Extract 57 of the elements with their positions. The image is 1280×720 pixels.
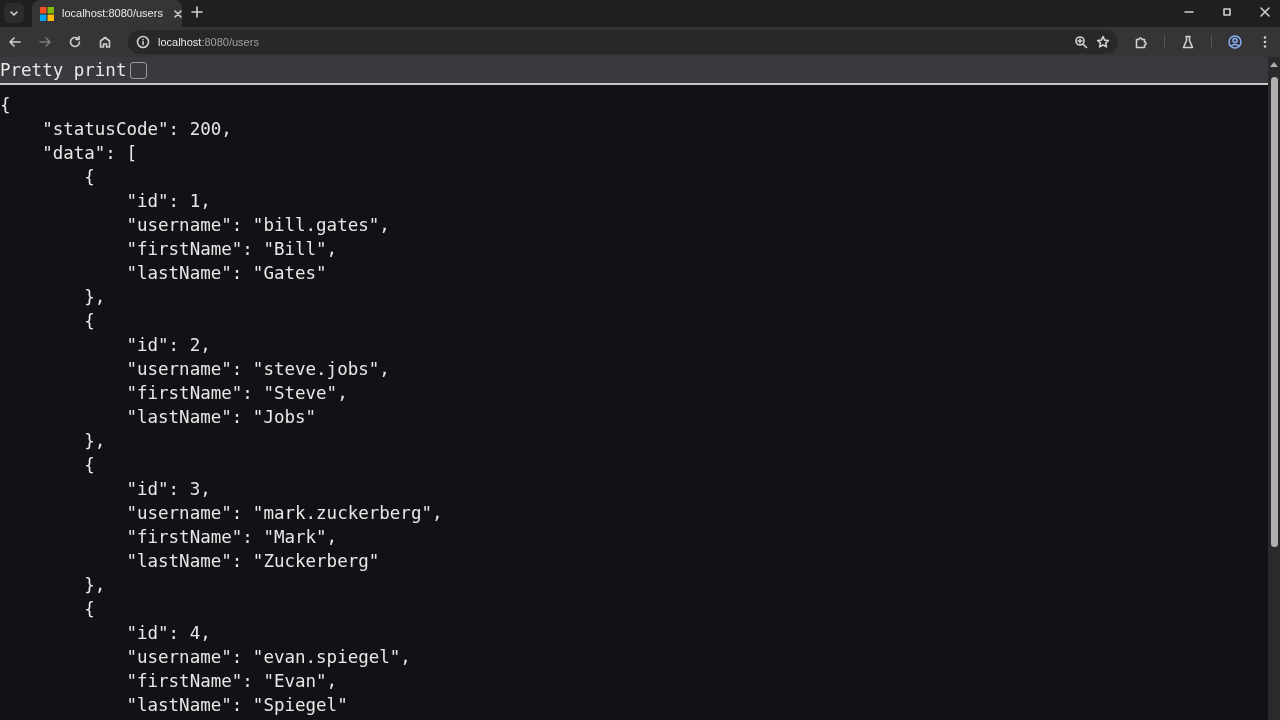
json-line: { bbox=[83, 310, 95, 333]
close-window-button[interactable] bbox=[1258, 5, 1272, 19]
maximize-icon bbox=[1220, 5, 1234, 19]
json-line: "id": 2, bbox=[125, 334, 211, 357]
info-icon bbox=[136, 35, 150, 49]
json-line: "statusCode": 200, bbox=[41, 118, 232, 141]
browser-tab[interactable]: localhost:8080/users bbox=[32, 0, 182, 27]
favicon-icon bbox=[40, 6, 54, 21]
scrollbar[interactable] bbox=[1268, 57, 1280, 720]
close-icon bbox=[1258, 5, 1272, 19]
json-line: { bbox=[0, 94, 11, 117]
reload-button[interactable] bbox=[68, 35, 82, 49]
back-button[interactable] bbox=[8, 35, 22, 49]
json-line: }, bbox=[83, 574, 106, 597]
puzzle-icon bbox=[1134, 35, 1148, 49]
json-line: "firstName": "Bill", bbox=[125, 238, 338, 261]
profile-icon bbox=[1228, 35, 1242, 49]
arrow-left-icon bbox=[8, 35, 22, 49]
json-line: { bbox=[83, 454, 95, 477]
flask-icon bbox=[1181, 35, 1195, 49]
json-line: "id": 3, bbox=[125, 478, 211, 501]
json-line: "id": 4, bbox=[125, 622, 211, 645]
json-line: "username": "bill.gates", bbox=[125, 214, 390, 237]
pretty-print-label: Pretty print bbox=[0, 58, 127, 82]
json-line: "username": "steve.jobs", bbox=[125, 358, 390, 381]
json-line: "lastName": "Jobs" bbox=[125, 406, 317, 429]
json-line: "firstName": "Steve", bbox=[125, 382, 348, 405]
json-line: "data": [ bbox=[41, 142, 137, 165]
json-line: { bbox=[83, 598, 95, 621]
bookmark-button[interactable] bbox=[1096, 35, 1110, 49]
json-line: { bbox=[83, 166, 95, 189]
scroll-up-icon[interactable] bbox=[1270, 61, 1278, 67]
maximize-button[interactable] bbox=[1220, 5, 1234, 19]
json-line: }, bbox=[83, 286, 106, 309]
home-button[interactable] bbox=[98, 35, 112, 49]
labs-button[interactable] bbox=[1181, 35, 1195, 49]
json-line: "lastName": "Zuckerberg" bbox=[125, 550, 380, 573]
zoom-button[interactable] bbox=[1074, 35, 1088, 49]
json-line: "firstName": "Mark", bbox=[125, 526, 338, 549]
star-icon bbox=[1096, 35, 1110, 49]
json-line: "lastName": "Gates" bbox=[125, 262, 327, 285]
json-line: }, bbox=[83, 430, 106, 453]
json-line: "username": "mark.zuckerberg", bbox=[125, 502, 443, 525]
json-line: "firstName": "Evan", bbox=[125, 670, 338, 693]
json-line: "username": "evan.spiegel", bbox=[125, 646, 411, 669]
json-line: "lastName": "Spiegel" bbox=[125, 694, 348, 717]
extensions-button[interactable] bbox=[1134, 35, 1148, 49]
json-line: "id": 1, bbox=[125, 190, 211, 213]
new-tab-button[interactable] bbox=[190, 5, 204, 19]
profile-button[interactable] bbox=[1228, 35, 1242, 49]
plus-icon bbox=[190, 5, 204, 19]
reload-icon bbox=[68, 35, 82, 49]
pretty-print-checkbox[interactable] bbox=[130, 61, 148, 79]
zoom-icon bbox=[1074, 35, 1088, 49]
address-bar[interactable]: localhost:8080/users bbox=[128, 30, 1118, 54]
arrow-right-icon bbox=[38, 35, 52, 49]
home-icon bbox=[98, 35, 112, 49]
